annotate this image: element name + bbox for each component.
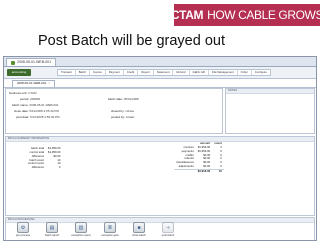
close-date-value: 5/12/2008 4:55:49 PM xyxy=(29,109,59,113)
business-unit-label: business unit: xyxy=(9,91,28,95)
posted-by-value: cshaw xyxy=(125,115,135,119)
slide-title: Post Batch will be grayed out xyxy=(38,33,225,49)
menu-item-credit[interactable]: Credit xyxy=(124,69,139,76)
total-row: $3,918.00 10 xyxy=(174,169,224,173)
browser-tab[interactable]: 2008-05-01-WEB-001 xyxy=(6,58,57,66)
batch-date-label: batch date: xyxy=(108,97,123,101)
batch-report-button[interactable]: ▤ batch report xyxy=(42,222,62,238)
browser-tabstrip: 2008-05-01-WEB-001 xyxy=(4,57,316,67)
notes-panel: NOTES xyxy=(225,88,315,134)
batch-name-label: batch name: xyxy=(12,103,29,107)
post-date-label: post date: xyxy=(16,115,30,119)
brand-tagline: HOW CABLE GROWS xyxy=(207,8,320,22)
batch-content: business unit: CTAM period: 200805 batch… xyxy=(4,87,316,240)
pre-process-button[interactable]: ⚙ pre-process xyxy=(13,222,33,238)
tool-label: post batch xyxy=(161,234,175,237)
exception-report-button[interactable]: ▥ exception report xyxy=(71,222,91,238)
summary-left-table: batch total $1,959.00 control total $1,959… xyxy=(26,147,62,170)
row-label: difference xyxy=(31,165,45,170)
table-row: difference 0 xyxy=(26,166,62,170)
menu-item-payment[interactable]: Payment xyxy=(106,69,124,76)
tool-label: batch report xyxy=(44,234,60,237)
browser-tab-label: 2008-05-01-WEB-001 xyxy=(17,60,52,65)
batch-info-panel: business unit: CTAM period: 200805 batch… xyxy=(5,88,223,134)
close-batch-icon: ■ xyxy=(133,222,145,233)
close-date-label: close date: xyxy=(14,109,29,113)
app-logo: accounting xyxy=(7,69,31,76)
closed-by-value: cshaw xyxy=(125,109,134,113)
close-icon[interactable]: × xyxy=(48,82,50,86)
post-batch-button[interactable]: ➜ post batch xyxy=(158,222,178,238)
batch-name-value: 2008-05-01-WEB-001 xyxy=(29,103,59,107)
total-amount: $3,918.00 xyxy=(197,168,211,173)
document-tab-label: 2008-05-01-WEB-001 xyxy=(17,81,47,86)
notes-heading: NOTES xyxy=(226,89,314,94)
menu-item-report[interactable]: Report xyxy=(138,69,154,76)
menu-item-order[interactable]: Order xyxy=(238,69,252,76)
menu-item-refund[interactable]: Refund xyxy=(173,69,190,76)
exception-gets-button[interactable]: ≣ exception gets xyxy=(100,222,120,238)
menu-item-file-management[interactable]: File Management xyxy=(209,69,238,76)
report-icon: ▥ xyxy=(75,222,87,233)
total-count: 10 xyxy=(218,168,222,173)
top-navigation: accounting Transact Batch Invoice Paymen… xyxy=(4,67,316,79)
tool-label: exception report xyxy=(71,234,91,237)
post-date-value: 5/12/2008 4:55:49 PM xyxy=(30,115,60,119)
tool-label: close batch xyxy=(132,234,146,237)
processing-toolbar: ⚙ pre-process ▤ batch report ▥ exception… xyxy=(5,221,315,238)
list-icon: ≣ xyxy=(104,222,116,233)
menu-item-configure[interactable]: Configure xyxy=(252,70,270,75)
period-value: 200805 xyxy=(30,97,41,101)
menu-item-transact[interactable]: Transact xyxy=(58,69,76,76)
summary-heading: BATCH SUMMARY INFORMATION xyxy=(6,137,314,142)
report-icon: ▤ xyxy=(46,222,58,233)
tool-label: pre-process xyxy=(15,234,31,237)
post-icon: ➜ xyxy=(162,222,174,233)
period-label: period: xyxy=(20,97,30,101)
menu-item-batch[interactable]: Batch xyxy=(76,69,90,76)
batch-summary-panel: BATCH SUMMARY INFORMATION batch total $1,… xyxy=(5,136,315,216)
posted-by-label: posted by: xyxy=(111,115,125,119)
business-unit-value: CTAM xyxy=(28,91,37,95)
summary-right-table: amount count invoices $1,959.00 4 payments $… xyxy=(174,142,224,173)
document-tab[interactable]: 2008-05-01-WEB-001 × xyxy=(12,80,55,87)
app-screenshot: 2008-05-01-WEB-001 accounting Transact B… xyxy=(3,56,317,241)
row-value: 0 xyxy=(58,165,61,170)
menu-item-genl-gr[interactable]: GENL GR xyxy=(190,69,210,76)
batch-date-value: 05/01/2008 xyxy=(123,97,139,101)
brand-bar: CTAM HOW CABLE GROWS xyxy=(174,4,320,26)
tab-icon xyxy=(11,60,15,65)
gear-icon: ⚙ xyxy=(17,222,29,233)
brand-name: CTAM xyxy=(174,8,204,22)
tool-label: exception gets xyxy=(101,234,119,237)
menu-item-invoice[interactable]: Invoice xyxy=(90,69,106,76)
closed-by-label: closed by: xyxy=(111,109,125,113)
close-batch-button[interactable]: ■ close batch xyxy=(129,222,149,238)
menu-item-statement[interactable]: Statement xyxy=(154,69,174,76)
main-menu: Transact Batch Invoice Payment Credit Re… xyxy=(57,68,271,77)
